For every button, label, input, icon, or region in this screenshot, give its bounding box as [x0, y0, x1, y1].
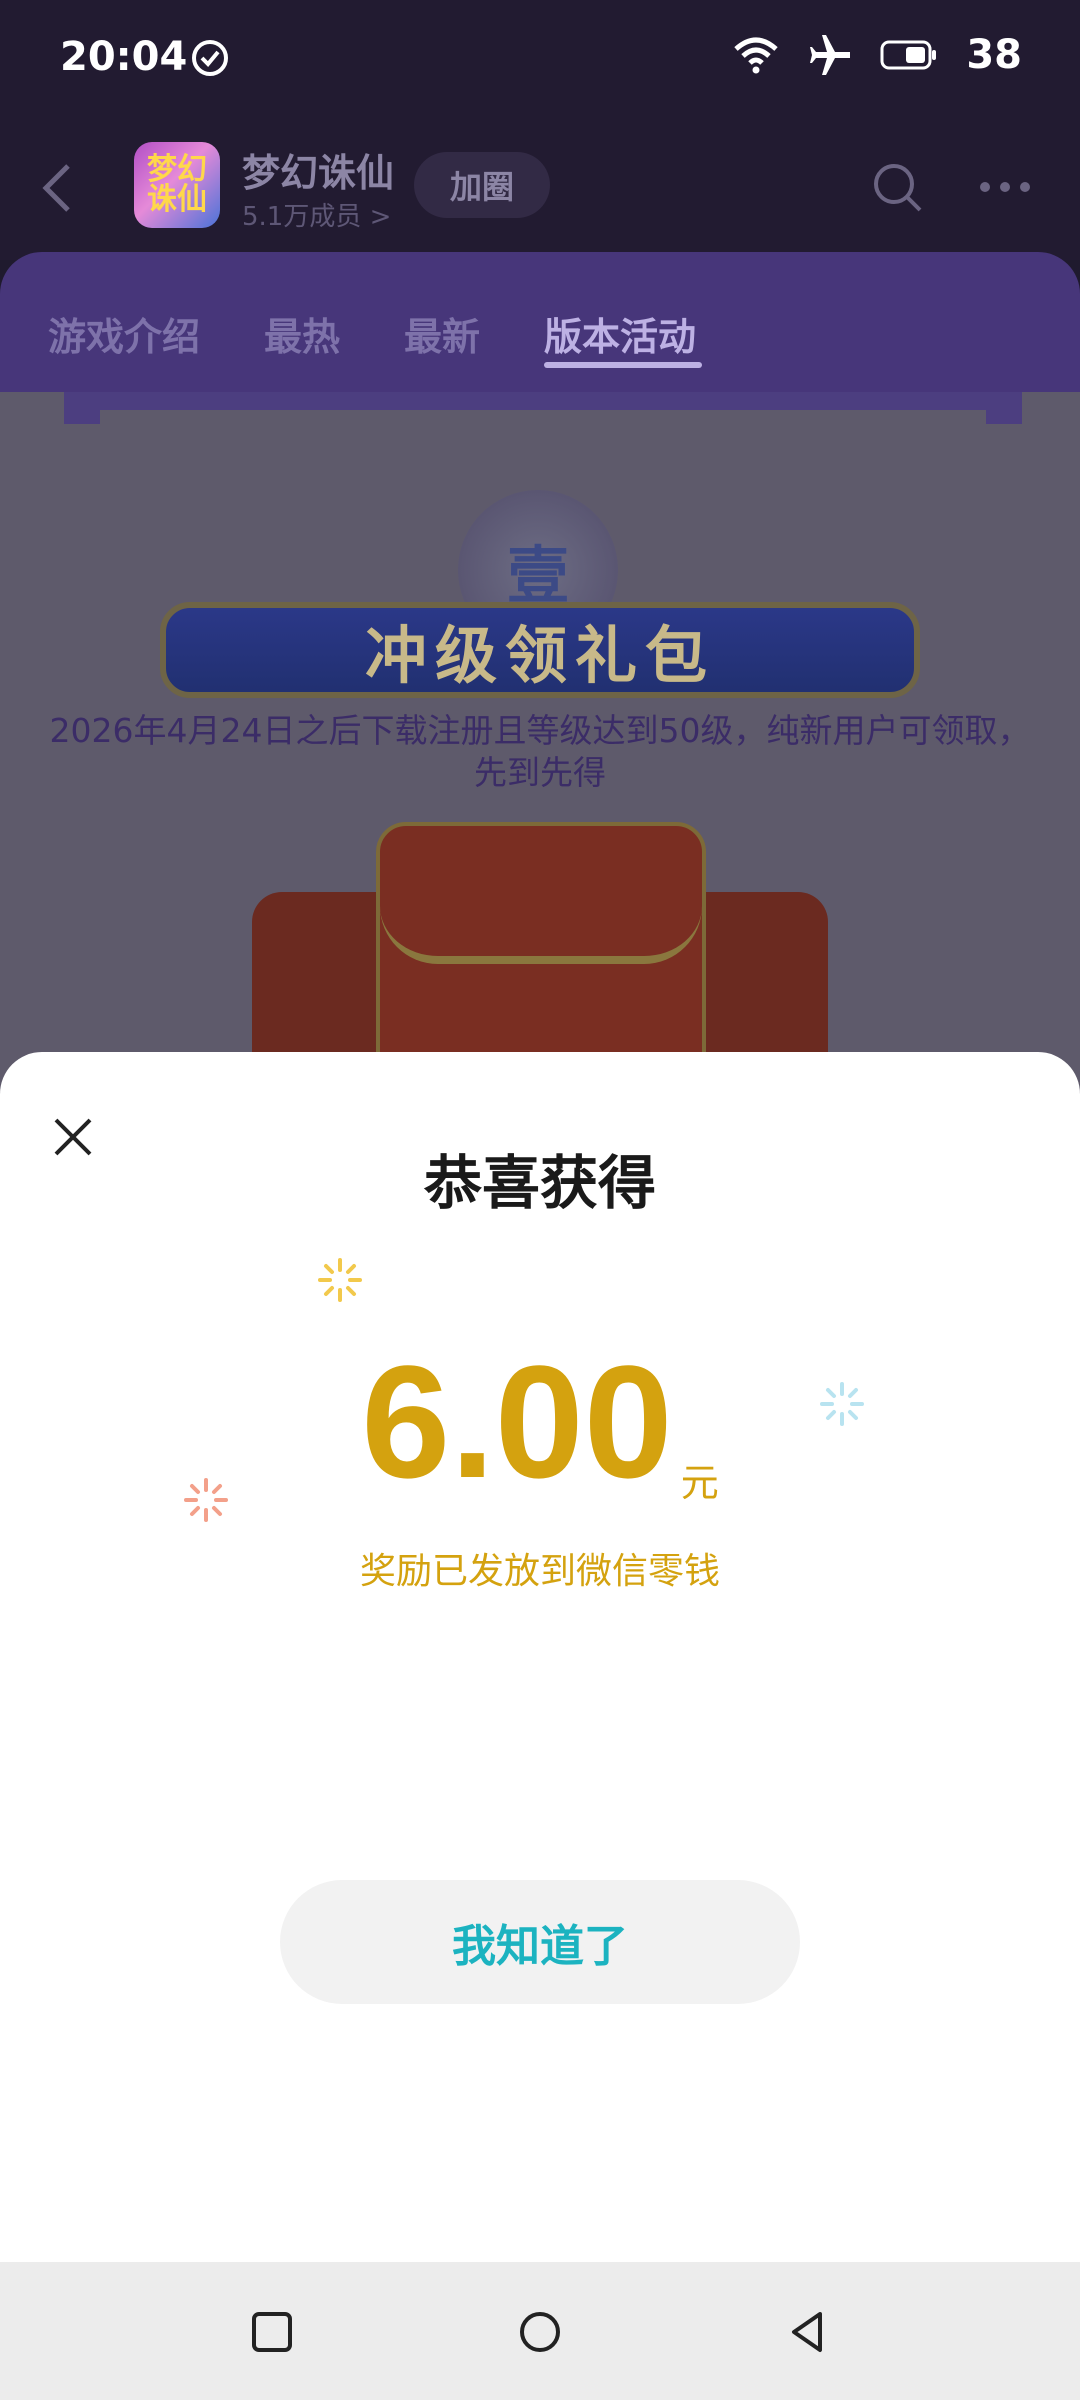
status-indicators: 38 — [732, 32, 1022, 78]
home-icon[interactable] — [512, 2304, 568, 2360]
search-icon[interactable] — [870, 160, 926, 216]
battery-level: 38 — [966, 32, 1022, 78]
reward-amount: 6.00 — [361, 1332, 673, 1511]
group-member-count[interactable]: 5.1万成员 > — [242, 196, 391, 233]
tab-hottest[interactable]: 最热 — [264, 306, 340, 361]
system-nav-bar — [0, 2262, 1080, 2400]
activity-content: 壹 冲级领礼包 2026年4月24日之后下载注册且等级达到50级，纯新用户可领取… — [0, 392, 1080, 1092]
tab-version-activity[interactable]: 版本活动 — [544, 306, 696, 361]
tab-game-intro[interactable]: 游戏介绍 — [48, 306, 200, 361]
confirm-button[interactable]: 我知道了 — [280, 1880, 800, 2004]
more-icon[interactable] — [976, 172, 1034, 202]
modal-title: 恭喜获得 — [423, 1149, 656, 1217]
decorative-rail-post — [64, 392, 100, 424]
decorative-rail — [66, 392, 1016, 410]
wifi-icon — [734, 37, 778, 74]
tab-latest[interactable]: 最新 — [404, 306, 480, 361]
battery-icon — [880, 40, 937, 70]
tab-bar: 游戏介绍 最热 最新 版本活动 — [0, 252, 1080, 392]
join-group-button[interactable]: 加圈 — [414, 152, 550, 218]
activity-description: 2026年4月24日之后下载注册且等级达到50级，纯新用户可领取，先到先得 — [49, 711, 1031, 792]
status-bar: 20:04 38 — [0, 0, 1080, 120]
status-time: 20:04 — [60, 34, 188, 80]
airplane-icon — [810, 35, 851, 75]
check-circle-icon — [192, 40, 228, 76]
back-arrow-icon[interactable] — [36, 158, 76, 218]
group-avatar-text: 梦幻诛仙 — [147, 152, 207, 217]
envelope-flap — [380, 906, 702, 964]
reward-message: 奖励已发放到微信零钱 — [359, 1551, 720, 1592]
reward-modal: 恭喜获得 6.00 元 奖励已发放到微信零钱 我知道了 — [0, 1052, 1080, 2262]
currency-unit: 元 — [680, 1461, 719, 1505]
back-nav-icon[interactable] — [780, 2304, 836, 2360]
activity-banner: 冲级领礼包 — [160, 602, 920, 698]
recent-apps-icon[interactable] — [244, 2304, 300, 2360]
group-name: 梦幻诛仙 — [242, 151, 395, 195]
sparkle-icon — [318, 1258, 362, 1302]
banner-title: 冲级领礼包 — [364, 619, 715, 692]
decorative-rail-post — [986, 392, 1022, 424]
group-avatar[interactable]: 梦幻诛仙 — [134, 142, 220, 228]
reward-amount-row: 6.00 元 — [0, 1342, 1080, 1505]
active-tab-indicator — [544, 362, 702, 368]
